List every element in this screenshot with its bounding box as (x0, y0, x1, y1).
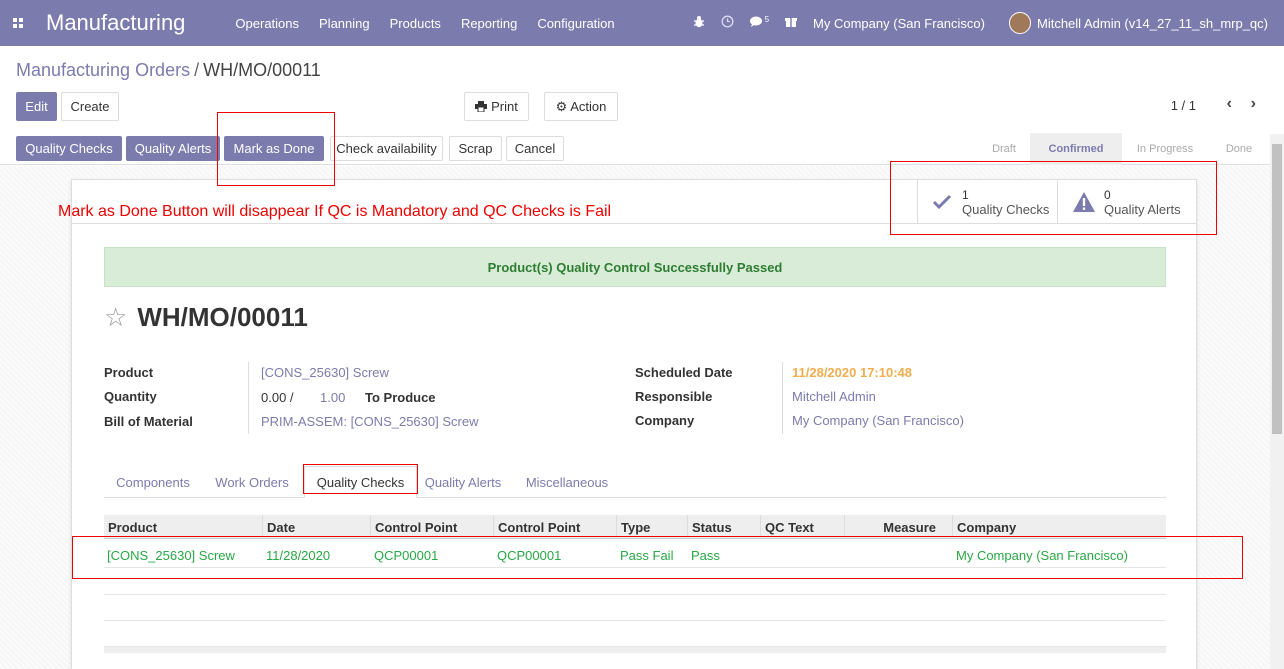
tab-components[interactable]: Components (104, 466, 202, 498)
scrollbar-thumb[interactable] (1272, 144, 1282, 434)
company-field[interactable]: My Company (San Francisco) (792, 413, 964, 428)
annotation-box-row (72, 536, 1243, 579)
annotation-box-mark-as-done (217, 112, 335, 186)
scrollbar[interactable] (1270, 134, 1284, 669)
annotation-text: Mark as Done Button will disappear If QC… (58, 203, 612, 220)
menu-reporting[interactable]: Reporting (461, 16, 517, 31)
notebook-tabs: Components Work Orders Quality Checks Qu… (104, 466, 1166, 498)
tab-work-orders[interactable]: Work Orders (202, 466, 302, 498)
user-avatar[interactable] (1009, 12, 1031, 34)
menu-planning[interactable]: Planning (319, 16, 370, 31)
clock-icon[interactable] (721, 15, 734, 31)
menu-configuration[interactable]: Configuration (537, 16, 614, 31)
breadcrumb-current: WH/MO/00011 (203, 60, 321, 80)
bom-field[interactable]: PRIM-ASSEM: [CONS_25630] Screw (261, 414, 478, 429)
empty-row (104, 621, 1166, 647)
pager-value[interactable]: 1 / 1 (1171, 98, 1196, 113)
responsible-label: Responsible (635, 389, 713, 404)
check-availability-button[interactable]: Check availability (330, 136, 443, 161)
top-navbar: Manufacturing Operations Planning Produc… (0, 0, 1284, 46)
form-sheet: 1 Quality Checks 0 Quality Alerts Product(… (71, 179, 1197, 669)
quantity-total-field[interactable]: 1.00 (320, 390, 345, 405)
breadcrumb-separator: / (194, 60, 200, 80)
messages-count: 5 (764, 15, 770, 25)
bug-icon[interactable] (693, 15, 705, 31)
tab-miscellaneous[interactable]: Miscellaneous (509, 466, 625, 498)
bom-label: Bill of Material (104, 414, 193, 429)
field-separator-right (782, 362, 783, 434)
edit-button[interactable]: Edit (16, 92, 57, 121)
scrap-button[interactable]: Scrap (449, 136, 502, 161)
chat-icon[interactable]: 5 (749, 15, 770, 30)
quality-alerts-button[interactable]: Quality Alerts (126, 136, 220, 161)
product-label: Product (104, 365, 154, 380)
quality-checks-button[interactable]: Quality Checks (16, 136, 122, 161)
print-label: Print (491, 99, 518, 114)
record-title: WH/MO/00011 (137, 302, 308, 332)
quantity-label: Quantity (104, 389, 157, 404)
company-label: Company (635, 413, 695, 428)
table-footer (104, 647, 1166, 653)
menu-products[interactable]: Products (390, 16, 441, 31)
record-title-row: ☆ WH/MO/00011 (104, 302, 308, 333)
qc-success-alert: Product(s) Quality Control Successfully … (104, 247, 1166, 287)
create-button[interactable]: Create (61, 92, 119, 121)
scheduled-date-label: Scheduled Date (635, 365, 733, 380)
responsible-field[interactable]: Mitchell Admin (792, 389, 876, 404)
breadcrumb-parent[interactable]: Manufacturing Orders (16, 60, 190, 80)
app-brand[interactable]: Manufacturing (46, 10, 185, 36)
breadcrumb: Manufacturing Orders / WH/MO/00011 (16, 60, 321, 81)
pager-previous-icon[interactable]: ‹ (1227, 95, 1232, 113)
scheduled-date-field[interactable]: 11/28/2020 17:10:48 (792, 365, 912, 380)
systray: 5 My Company (San Francisco) Mitchell Ad… (693, 0, 1284, 46)
empty-row (104, 595, 1166, 621)
stage-done[interactable]: Done (1208, 133, 1270, 165)
company-switcher[interactable]: My Company (San Francisco) (813, 16, 985, 31)
print-button[interactable]: Print (464, 92, 529, 121)
product-field[interactable]: [CONS_25630] Screw (261, 365, 389, 380)
star-icon[interactable]: ☆ (104, 302, 127, 333)
gear-icon: ⚙ (555, 98, 568, 114)
user-menu[interactable]: Mitchell Admin (v14_27_11_sh_mrp_qc) (1037, 16, 1268, 31)
pager-next-icon[interactable]: › (1251, 95, 1256, 113)
field-separator (248, 362, 249, 434)
tab-quality-alerts[interactable]: Quality Alerts (417, 466, 509, 498)
gift-icon[interactable] (785, 15, 798, 31)
annotation-box-smart-buttons (890, 161, 1217, 235)
apps-menu-icon[interactable] (0, 0, 36, 46)
action-button[interactable]: ⚙ Action (544, 92, 618, 121)
action-label: Action (570, 99, 607, 114)
print-icon (475, 101, 488, 112)
quantity-done-field[interactable]: 0.00 / (261, 390, 294, 405)
annotation-box-tab (303, 464, 418, 494)
to-produce-label: To Produce (365, 390, 436, 405)
cancel-button[interactable]: Cancel (506, 136, 564, 161)
menu-operations[interactable]: Operations (235, 16, 299, 31)
